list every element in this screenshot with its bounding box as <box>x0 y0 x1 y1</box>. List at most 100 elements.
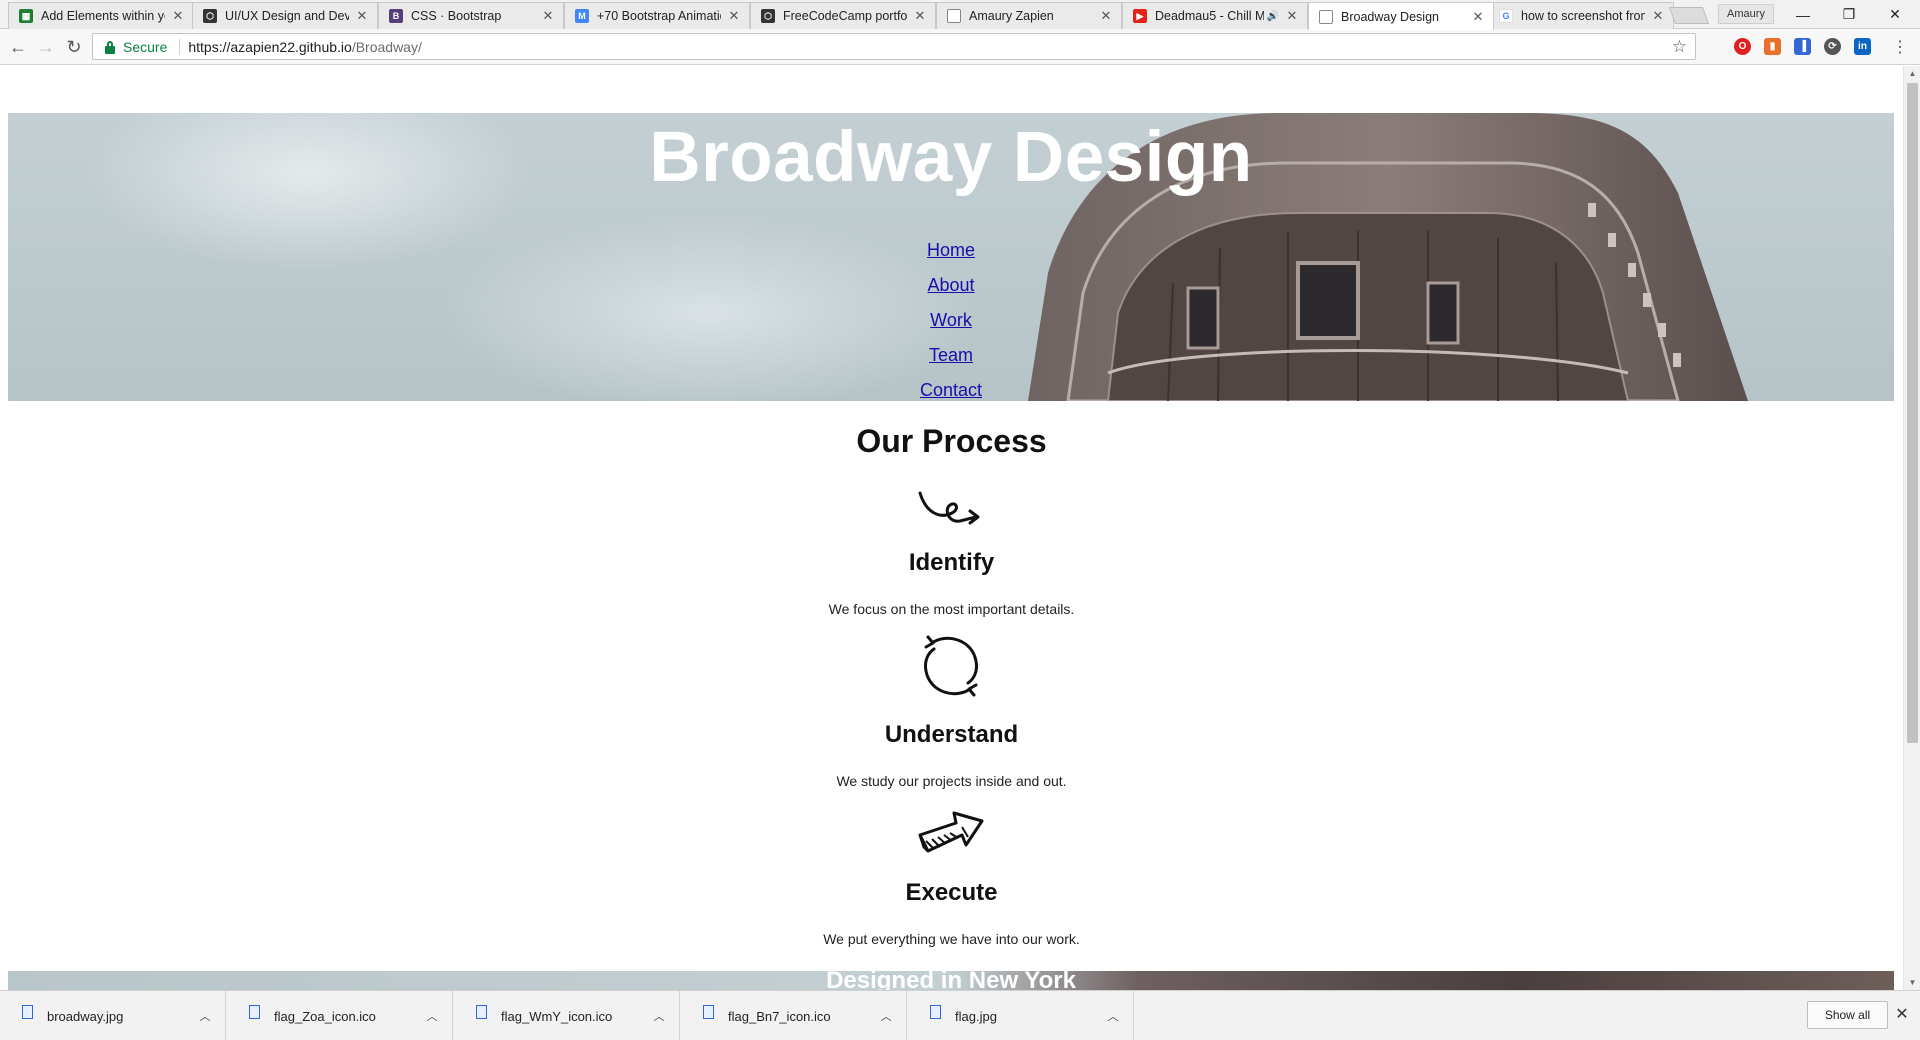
tab-title: +70 Bootstrap Animatic <box>597 9 721 23</box>
close-tab-icon[interactable]: ✕ <box>1471 9 1485 25</box>
chevron-up-icon[interactable]: ︿ <box>185 1008 225 1024</box>
page-icon <box>1319 9 1333 24</box>
hero-section: Broadway Design Home About Work Team Con… <box>8 113 1894 401</box>
file-icon <box>476 1005 487 1019</box>
scroll-down-icon[interactable]: ▼ <box>1904 975 1920 990</box>
tab-strip: ▦ Add Elements within yo ✕ ⬡ UI/UX Desig… <box>0 0 1920 30</box>
sync-extension-icon[interactable]: ⟳ <box>1824 38 1841 55</box>
mdb-icon: M <box>575 9 589 23</box>
close-tab-icon[interactable]: ✕ <box>355 8 369 24</box>
show-all-downloads-button[interactable]: Show all <box>1807 1001 1888 1029</box>
security-label: Secure <box>123 38 168 55</box>
page-viewport: Broadway Design Home About Work Team Con… <box>0 66 1903 990</box>
nav-link-work[interactable]: Work <box>930 303 972 338</box>
tab-title: Broadway Design <box>1341 9 1439 24</box>
new-tab-button[interactable] <box>1668 7 1710 24</box>
close-tab-icon[interactable]: ✕ <box>1651 8 1665 24</box>
tab-5[interactable]: Amaury Zapien ✕ <box>936 2 1122 29</box>
step-desc-identify: We focus on the most important details. <box>828 601 1075 617</box>
file-icon <box>249 1005 260 1019</box>
file-icon <box>703 1005 714 1019</box>
lock-icon <box>105 40 115 54</box>
close-tab-icon[interactable]: ✕ <box>171 8 185 24</box>
download-item[interactable]: flag_Zoa_icon.ico ︿ <box>227 991 453 1040</box>
back-icon[interactable]: ← <box>6 35 30 59</box>
main-nav: Home About Work Team Contact <box>8 233 1894 408</box>
download-item[interactable]: flag.jpg ︿ <box>908 991 1134 1040</box>
chevron-up-icon[interactable]: ︿ <box>866 1008 906 1024</box>
download-filename: flag_WmY_icon.ico <box>501 1008 613 1024</box>
download-filename: flag.jpg <box>955 1008 997 1024</box>
step-desc-understand: We study our projects inside and out. <box>836 773 1067 789</box>
tab-4[interactable]: ⬡ FreeCodeCamp portfoli ✕ <box>750 2 936 29</box>
nav-link-about[interactable]: About <box>927 268 974 303</box>
opera-extension-icon[interactable]: O <box>1734 38 1751 55</box>
browser-toolbar: ← → ↻ Secure https://azapien22.github.io… <box>0 29 1920 65</box>
address-bar[interactable]: Secure https://azapien22.github.io/Broad… <box>92 33 1696 60</box>
tab-title: UI/UX Design and Deve <box>225 9 349 23</box>
footer-heading: Designed in New York <box>826 971 1076 990</box>
tab-title: Add Elements within yo <box>41 9 165 23</box>
download-filename: flag_Zoa_icon.ico <box>274 1008 376 1024</box>
close-tab-icon[interactable]: ✕ <box>913 8 927 24</box>
tab-8[interactable]: G how to screenshot from ✕ <box>1488 2 1674 29</box>
step-title-understand: Understand <box>884 721 1019 748</box>
bookmark-extension-icon[interactable]: ▐ <box>1794 38 1811 55</box>
chevron-up-icon[interactable]: ︿ <box>639 1008 679 1024</box>
step-desc-execute: We put everything we have into our work. <box>823 931 1080 947</box>
office-extension-icon[interactable]: ▮ <box>1764 38 1781 55</box>
file-icon <box>930 1005 941 1019</box>
close-tab-icon[interactable]: ✕ <box>1285 8 1299 24</box>
scroll-thumb[interactable] <box>1907 83 1918 743</box>
download-item[interactable]: broadway.jpg ︿ <box>0 991 226 1040</box>
linkedin-extension-icon[interactable]: in <box>1854 38 1871 55</box>
bootstrap-icon: B <box>389 9 403 23</box>
tab-title: CSS · Bootstrap <box>411 9 502 23</box>
process-heading: Our Process <box>856 423 1047 459</box>
nav-link-team[interactable]: Team <box>929 338 973 373</box>
footer-banner: Designed in New York <box>8 971 1894 990</box>
google-icon: G <box>1499 9 1513 23</box>
vertical-scrollbar[interactable]: ▲ ▼ <box>1903 66 1920 990</box>
youtube-icon: ▶ <box>1133 9 1147 23</box>
tab-7-active[interactable]: Broadway Design ✕ <box>1308 2 1494 30</box>
forward-icon[interactable]: → <box>34 35 58 59</box>
close-tab-icon[interactable]: ✕ <box>727 8 741 24</box>
codepen-icon: ⬡ <box>203 9 217 23</box>
download-filename: broadway.jpg <box>47 1008 124 1024</box>
download-item[interactable]: flag_Bn7_icon.ico ︿ <box>681 991 907 1040</box>
tab-title: FreeCodeCamp portfoli <box>783 9 907 23</box>
nav-link-home[interactable]: Home <box>927 233 975 268</box>
nav-link-contact[interactable]: Contact <box>920 373 982 408</box>
chevron-up-icon[interactable]: ︿ <box>1093 1008 1133 1024</box>
file-icon <box>22 1005 33 1019</box>
close-tab-icon[interactable]: ✕ <box>541 8 555 24</box>
url-path: /Broadway/ <box>351 38 422 55</box>
close-tab-icon[interactable]: ✕ <box>1099 8 1113 24</box>
tab-3[interactable]: M +70 Bootstrap Animatic ✕ <box>564 2 750 29</box>
tab-title: Deadmau5 - Chill M <box>1155 9 1264 23</box>
divider <box>179 38 181 55</box>
download-item[interactable]: flag_WmY_icon.ico ︿ <box>454 991 680 1040</box>
minimize-icon[interactable]: — <box>1780 0 1826 29</box>
menu-icon[interactable]: ⋮ <box>1888 35 1912 59</box>
restore-icon[interactable]: ❐ <box>1826 0 1872 29</box>
tab-1[interactable]: ⬡ UI/UX Design and Deve ✕ <box>192 2 378 29</box>
bold-arrow-icon <box>918 811 984 853</box>
scroll-up-icon[interactable]: ▲ <box>1904 66 1920 81</box>
tab-2[interactable]: B CSS · Bootstrap ✕ <box>378 2 564 29</box>
chevron-up-icon[interactable]: ︿ <box>412 1008 452 1024</box>
codepen-icon: ⬡ <box>761 9 775 23</box>
audio-playing-icon[interactable]: 🔊 <box>1267 11 1279 22</box>
close-window-icon[interactable]: ✕ <box>1872 0 1918 29</box>
reload-icon[interactable]: ↻ <box>62 35 86 59</box>
step-title-execute: Execute <box>905 879 998 906</box>
tab-6[interactable]: ▶ Deadmau5 - Chill M 🔊 ✕ <box>1122 2 1308 29</box>
download-filename: flag_Bn7_icon.ico <box>728 1008 831 1024</box>
tab-0[interactable]: ▦ Add Elements within yo ✕ <box>8 2 194 29</box>
bookmark-star-icon[interactable]: ☆ <box>1672 37 1687 57</box>
close-shelf-icon[interactable]: ✕ <box>1892 1004 1912 1024</box>
tab-title: Amaury Zapien <box>969 9 1054 23</box>
profile-button[interactable]: Amaury <box>1718 4 1774 24</box>
cycle-arrows-icon <box>924 635 978 697</box>
